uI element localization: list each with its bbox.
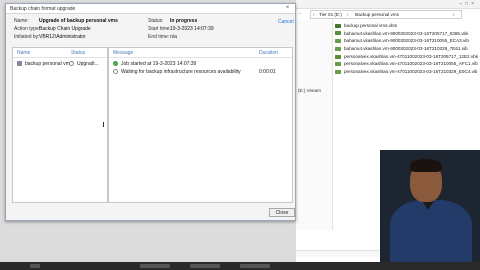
vib-file-icon [335, 39, 341, 44]
vbk-file-icon [335, 31, 341, 36]
start-time-label: Start time: [148, 26, 171, 32]
explorer-titlebar: –□× [296, 0, 480, 9]
column-header-message[interactable]: Message [113, 50, 133, 56]
file-name: bahamut.vkashlan.vm-9000302023-03-16T210… [344, 38, 469, 44]
taskbar-app-icon[interactable] [240, 264, 270, 268]
breadcrumb-tier01[interactable]: Tier 01 (E:) [319, 12, 342, 17]
log-row[interactable]: ✓ Job started at 19-3-2023 14:07:39 [111, 60, 288, 67]
log-panel: Message Duration ✓ Job started at 19-3-2… [108, 47, 293, 203]
mouse-cursor-icon [103, 122, 107, 127]
back-arrow-icon[interactable]: ← [298, 10, 303, 16]
success-check-icon: ✓ [113, 61, 118, 66]
presenter-webcam [386, 156, 476, 262]
presenter-shirt [390, 200, 472, 262]
action-type-label: Action type: [14, 26, 41, 32]
taskbar-app-icon[interactable] [30, 264, 40, 268]
log-duration: 0:00:01 [259, 69, 276, 75]
start-time-value: 19-3-2023 14:07:39 [170, 26, 214, 32]
close-button[interactable]: Close [269, 208, 295, 217]
object-row[interactable]: backup personal vms Upgradi... [15, 60, 103, 67]
file-name: bahamut.vkashlan.vm-9000302023-03-16T205… [344, 30, 469, 36]
vib-file-icon [335, 46, 341, 51]
object-status: Upgradi... [77, 61, 99, 67]
cancel-link[interactable]: Cancel [278, 19, 294, 25]
file-name: backup personal vms.vbm [344, 23, 398, 28]
address-bar[interactable]: › Tier 01 (E:) › Backup personal vms › [310, 10, 462, 19]
vm-object-icon [17, 61, 22, 66]
objects-panel: Name Status backup personal vms Upgradi.… [12, 47, 108, 203]
dialog-titlebar: Backup chain format upgrade × [6, 4, 295, 14]
name-label: Name: [14, 18, 29, 24]
breadcrumb-backup-folder[interactable]: Backup personal vms [355, 12, 399, 17]
breadcrumb-chevron-icon: › [347, 12, 349, 17]
initiated-by-label: Initiated by: [14, 34, 40, 40]
taskbar-app-icon[interactable] [190, 264, 220, 268]
file-row[interactable]: personalvex.vkashlan.vm-47011002023-03-1… [334, 68, 480, 76]
presenter-hair [410, 159, 442, 172]
log-row[interactable]: Waiting for backup infrastructure resour… [111, 68, 288, 75]
file-list: backup personal vms.vbm bahamut.vkashlan… [334, 22, 480, 76]
sidebar-item-veeam-drive[interactable]: (E:) Veeam [298, 88, 321, 93]
explorer-sidebar: (E:) Veeam [296, 20, 333, 230]
file-row[interactable]: personalvex.vkashlan.vm-47011002023-03-1… [334, 53, 480, 61]
dialog-title: Backup chain format upgrade [10, 6, 76, 12]
close-icon[interactable]: × [284, 5, 291, 12]
end-time-label: End time: [148, 34, 170, 40]
file-row[interactable]: personalvex.vkashlan.vm-47011002023-03-1… [334, 60, 480, 68]
file-name: bahamut.vkashlan.vm-9000302023-03-16T210… [344, 46, 468, 52]
action-type-value: Backup Chain Upgrade [39, 26, 91, 32]
file-name: personalvex.vkashlan.vm-47011002023-03-1… [344, 53, 478, 59]
taskbar-app-icon[interactable] [140, 264, 170, 268]
column-header-status[interactable]: Status [71, 50, 85, 56]
file-name: personalvex.vkashlan.vm-47011002023-03-1… [344, 61, 478, 67]
breadcrumb-chevron-icon: › [453, 12, 455, 17]
file-row[interactable]: bahamut.vkashlan.vm-9000302023-03-16T210… [334, 37, 480, 45]
header-divider [13, 57, 107, 58]
status-label: Status: [148, 18, 164, 24]
object-name: backup personal vms [25, 61, 73, 67]
vib-file-icon [335, 62, 341, 67]
log-message: Job started at 19-3-2023 14:07:39 [121, 61, 197, 67]
end-time-value: n/a [170, 34, 177, 40]
header-divider [109, 57, 292, 58]
window-controls-icon[interactable]: –□× [459, 1, 477, 7]
taskbar [0, 262, 480, 270]
column-header-duration[interactable]: Duration [259, 50, 278, 56]
vbm-file-icon [335, 23, 341, 28]
file-row[interactable]: bahamut.vkashlan.vm-9000302023-03-16T210… [334, 45, 480, 53]
file-name: personalvex.vkashlan.vm-47011002023-03-1… [344, 69, 478, 75]
file-row[interactable]: bahamut.vkashlan.vm-9000302023-03-16T205… [334, 30, 480, 38]
vbk-file-icon [335, 54, 341, 59]
column-header-name[interactable]: Name [17, 50, 30, 56]
status-value: In progress [170, 18, 198, 24]
pending-clock-icon [113, 69, 118, 74]
vib-file-icon [335, 69, 341, 74]
name-value: Upgrade of backup personal vms [39, 18, 118, 24]
log-message: Waiting for backup infrastructure resour… [121, 69, 241, 75]
file-row[interactable]: backup personal vms.vbm [334, 22, 480, 30]
initiated-by-value: VBR12\Administrator [39, 34, 86, 40]
breadcrumb-chevron-icon: › [313, 12, 315, 17]
backup-chain-upgrade-dialog: Backup chain format upgrade × Name: Upgr… [5, 3, 296, 221]
in-progress-icon [69, 61, 74, 66]
